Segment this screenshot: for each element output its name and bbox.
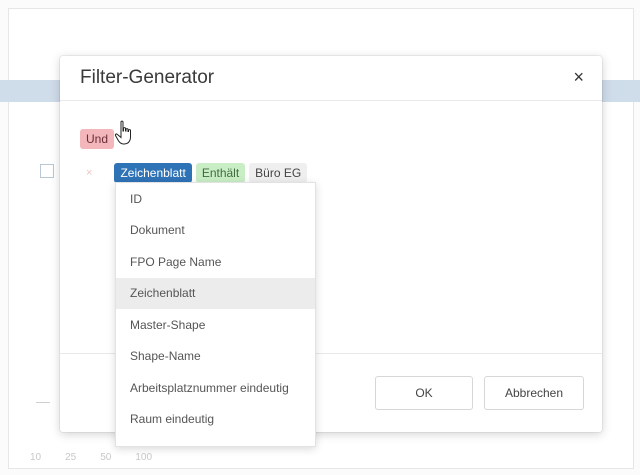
pager-option: 50 <box>100 452 112 463</box>
background-pager: 10 25 50 100 <box>30 452 152 463</box>
pager-option: 10 <box>30 452 42 463</box>
logic-operator-chip[interactable]: Und <box>80 129 115 149</box>
remove-condition-icon[interactable]: × <box>86 167 92 179</box>
dropdown-item-visio-id[interactable]: Visio ID <box>116 435 315 446</box>
dropdown-item-raum-eindeutig[interactable]: Raum eindeutig <box>116 404 315 436</box>
condition-row: × Zeichenblatt Enthält Büro EG <box>86 163 311 183</box>
dropdown-item-fpo-page-name[interactable]: FPO Page Name <box>116 246 315 278</box>
dropdown-item-dokument[interactable]: Dokument <box>116 215 315 247</box>
ok-button[interactable]: OK <box>375 376 473 410</box>
dropdown-item-shape-name[interactable]: Shape-Name <box>116 341 315 373</box>
field-dropdown[interactable]: ID Dokument FPO Page Name Zeichenblatt M… <box>115 182 316 447</box>
close-icon[interactable]: × <box>573 68 584 86</box>
dialog-header: Filter-Generator × <box>60 56 602 101</box>
dropdown-item-arbeitsplatznummer[interactable]: Arbeitsplatznummer eindeutig <box>116 372 315 404</box>
operator-chip[interactable]: Enthält <box>195 163 246 183</box>
cancel-button[interactable]: Abbrechen <box>484 376 584 410</box>
dropdown-item-zeichenblatt[interactable]: Zeichenblatt <box>116 277 315 309</box>
pager-option: 25 <box>65 452 77 463</box>
dialog-title: Filter-Generator <box>80 67 215 88</box>
dropdown-item-master-shape[interactable]: Master-Shape <box>116 309 315 341</box>
background-arrow-icon <box>36 402 50 407</box>
background-checkbox <box>40 164 54 178</box>
pager-option: 100 <box>135 452 153 463</box>
hand-pointer-icon <box>114 120 131 145</box>
field-chip[interactable]: Zeichenblatt <box>114 163 192 183</box>
value-chip[interactable]: Büro EG <box>249 163 308 183</box>
dropdown-item-id[interactable]: ID <box>116 183 315 215</box>
